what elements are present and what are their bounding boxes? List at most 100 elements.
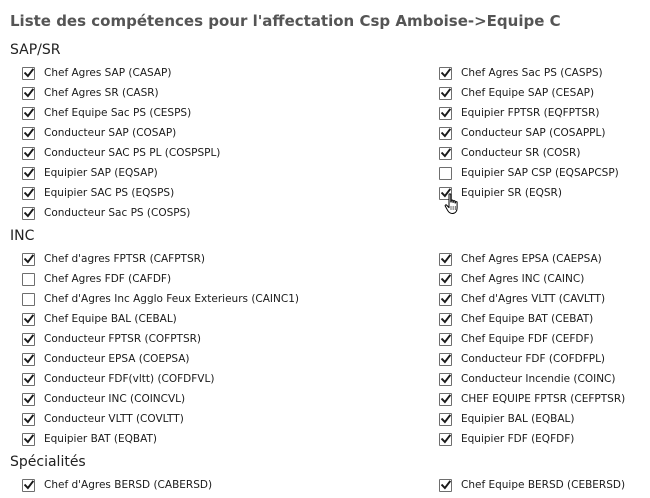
competence-label: Conducteur FPTSR (COFPTSR) <box>44 333 202 345</box>
sap-sr-right-column: Chef Agres Sac PS (CASPS) Chef Equipe SAP… <box>439 63 619 203</box>
competence-checkbox[interactable] <box>439 166 452 180</box>
competence-checkbox[interactable] <box>22 146 35 160</box>
competence-row-conducteur-fptsr-cofptsr[interactable]: Conducteur FPTSR (COFPTSR) <box>22 329 299 349</box>
checkmark-icon <box>23 108 34 118</box>
competence-label: Equipier FPTSR (EQFPTSR) <box>461 107 600 119</box>
competence-checkbox[interactable] <box>22 412 35 426</box>
competence-checkbox[interactable] <box>439 372 452 386</box>
competence-checkbox[interactable] <box>22 272 35 286</box>
competence-row-chef-agres-epsa-caepsa[interactable]: Chef Agres EPSA (CAEPSA) <box>439 249 625 269</box>
competence-row-chef-agres-sap-casap[interactable]: Chef Agres SAP (CASAP) <box>22 63 220 83</box>
competence-checkbox[interactable] <box>22 372 35 386</box>
competence-checkbox[interactable] <box>22 392 35 406</box>
competence-row-chef-agres-inc-cainc[interactable]: Chef Agres INC (CAINC) <box>439 269 625 289</box>
competence-row-chef-d-agres-inc-agglo-feux-exterieurs-cainc1[interactable]: Chef d'Agres Inc Agglo Feux Exterieurs (… <box>22 289 299 309</box>
competence-checkbox[interactable] <box>439 272 452 286</box>
competence-checkbox[interactable] <box>439 252 452 266</box>
competence-checkbox[interactable] <box>439 86 452 100</box>
competence-checkbox[interactable] <box>22 292 35 306</box>
competence-checkbox[interactable] <box>439 412 452 426</box>
checkmark-icon <box>23 434 34 444</box>
checkmark-icon <box>440 148 451 158</box>
competence-label: Conducteur FDF(vltt) (COFDFVL) <box>44 373 215 385</box>
competence-label: Equipier SAP (EQSAP) <box>44 167 158 179</box>
competence-row-equipier-fdf-eqfdf[interactable]: Equipier FDF (EQFDF) <box>439 429 625 449</box>
competence-row-conducteur-fdfvltt-cofdfvl[interactable]: Conducteur FDF(vltt) (COFDFVL) <box>22 369 299 389</box>
competence-row-conducteur-sr-cosr[interactable]: Conducteur SR (COSR) <box>439 143 619 163</box>
competence-checkbox[interactable] <box>22 86 35 100</box>
competence-label: Conducteur INC (COINCVL) <box>44 393 186 405</box>
competence-row-chef-d-agres-fptsr-cafptsr[interactable]: Chef d'agres FPTSR (CAFPTSR) <box>22 249 299 269</box>
competence-label: Conducteur Incendie (COINC) <box>461 373 616 385</box>
competence-checkbox[interactable] <box>22 66 35 80</box>
competence-row-conducteur-incendie-coinc[interactable]: Conducteur Incendie (COINC) <box>439 369 625 389</box>
competence-checkbox[interactable] <box>22 126 35 140</box>
checkmark-icon <box>23 128 34 138</box>
competence-checkbox[interactable] <box>22 332 35 346</box>
checkmark-icon <box>23 314 34 324</box>
competence-row-conducteur-sap-cosap[interactable]: Conducteur SAP (COSAP) <box>22 123 220 143</box>
competence-row-conducteur-sac-ps-cosps[interactable]: Conducteur Sac PS (COSPS) <box>22 203 220 223</box>
competence-row-equipier-sac-ps-eqsps[interactable]: Equipier SAC PS (EQSPS) <box>22 183 220 203</box>
competence-checkbox[interactable] <box>439 66 452 80</box>
competence-row-chef-equipe-sap-cesap[interactable]: Chef Equipe SAP (CESAP) <box>439 83 619 103</box>
competence-checkbox[interactable] <box>439 186 452 200</box>
specialites-right-column: Chef Equipe BERSD (CEBERSD) <box>439 475 625 495</box>
page-title: Liste des compétences pour l'affectation… <box>10 12 561 30</box>
competence-row-equipier-bal-eqbal[interactable]: Equipier BAL (EQBAL) <box>439 409 625 429</box>
competence-row-chef-equipe-fdf-cefdf[interactable]: Chef Equipe FDF (CEFDF) <box>439 329 625 349</box>
checkmark-icon <box>440 414 451 424</box>
competence-row-equipier-sr-eqsr[interactable]: Equipier SR (EQSR) <box>439 183 619 203</box>
competence-checkbox[interactable] <box>439 432 452 446</box>
competence-row-chef-equipe-sac-ps-cesps[interactable]: Chef Equipe Sac PS (CESPS) <box>22 103 220 123</box>
competence-row-conducteur-sac-ps-pl-cospspl[interactable]: Conducteur SAC PS PL (COSPSPL) <box>22 143 220 163</box>
competence-checkbox[interactable] <box>439 478 452 492</box>
competence-row-conducteur-sap-cosappl[interactable]: Conducteur SAP (COSAPPL) <box>439 123 619 143</box>
competence-row-equipier-sap-eqsap[interactable]: Equipier SAP (EQSAP) <box>22 163 220 183</box>
competence-checkbox[interactable] <box>22 352 35 366</box>
checkmark-icon <box>23 354 34 364</box>
checkmark-icon <box>23 188 34 198</box>
competence-checkbox[interactable] <box>439 292 452 306</box>
competence-label: Conducteur SAP (COSAP) <box>44 127 177 139</box>
competence-checkbox[interactable] <box>439 146 452 160</box>
competence-label: Chef Equipe BERSD (CEBERSD) <box>461 479 626 491</box>
competence-checkbox[interactable] <box>439 106 452 120</box>
checkmark-icon <box>23 480 34 490</box>
competence-checkbox[interactable] <box>22 186 35 200</box>
competence-checkbox[interactable] <box>22 432 35 446</box>
competence-checkbox[interactable] <box>22 106 35 120</box>
competence-checkbox[interactable] <box>22 312 35 326</box>
competence-checkbox[interactable] <box>22 478 35 492</box>
competence-row-conducteur-fdf-cofdfpl[interactable]: Conducteur FDF (COFDFPL) <box>439 349 625 369</box>
competence-checkbox[interactable] <box>439 332 452 346</box>
competence-checkbox[interactable] <box>22 166 35 180</box>
competence-row-chef-agres-sr-casr[interactable]: Chef Agres SR (CASR) <box>22 83 220 103</box>
checkmark-icon <box>440 254 451 264</box>
competence-row-chef-equipe-bersd-cebersd[interactable]: Chef Equipe BERSD (CEBERSD) <box>439 475 625 495</box>
competence-row-chef-agres-fdf-cafdf[interactable]: Chef Agres FDF (CAFDF) <box>22 269 299 289</box>
competence-row-conducteur-vltt-covltt[interactable]: Conducteur VLTT (COVLTT) <box>22 409 299 429</box>
competence-row-equipier-sap-csp-eqsapcsp[interactable]: Equipier SAP CSP (EQSAPCSP) <box>439 163 619 183</box>
competence-row-chef-equipe-fptsr-cefptsr[interactable]: CHEF EQUIPE FPTSR (CEFPTSR) <box>439 389 625 409</box>
competence-label: Chef d'Agres BERSD (CABERSD) <box>44 479 213 491</box>
competence-label: Chef Agres SR (CASR) <box>44 87 159 99</box>
competence-checkbox[interactable] <box>22 252 35 266</box>
competence-label: Conducteur Sac PS (COSPS) <box>44 207 191 219</box>
competence-row-chef-equipe-bal-cebal[interactable]: Chef Equipe BAL (CEBAL) <box>22 309 299 329</box>
competence-row-equipier-fptsr-eqfptsr[interactable]: Equipier FPTSR (EQFPTSR) <box>439 103 619 123</box>
competence-checkbox[interactable] <box>439 392 452 406</box>
competence-row-chef-equipe-bat-cebat[interactable]: Chef Equipe BAT (CEBAT) <box>439 309 625 329</box>
competence-row-chef-d-agres-vltt-cavltt[interactable]: Chef d'Agres VLTT (CAVLTT) <box>439 289 625 309</box>
competence-checkbox[interactable] <box>439 352 452 366</box>
competence-row-equipier-bat-eqbat[interactable]: Equipier BAT (EQBAT) <box>22 429 299 449</box>
competence-row-conducteur-epsa-coepsa[interactable]: Conducteur EPSA (COEPSA) <box>22 349 299 369</box>
competence-checkbox[interactable] <box>22 206 35 220</box>
competence-label: Chef Equipe FDF (CEFDF) <box>461 333 594 345</box>
competence-label: Conducteur SAC PS PL (COSPSPL) <box>44 147 221 159</box>
competence-row-chef-d-agres-bersd-cabersd[interactable]: Chef d'Agres BERSD (CABERSD) <box>22 475 212 495</box>
competence-checkbox[interactable] <box>439 126 452 140</box>
competence-row-chef-agres-sac-ps-casps[interactable]: Chef Agres Sac PS (CASPS) <box>439 63 619 83</box>
competence-checkbox[interactable] <box>439 312 452 326</box>
competence-row-conducteur-inc-coincvl[interactable]: Conducteur INC (COINCVL) <box>22 389 299 409</box>
